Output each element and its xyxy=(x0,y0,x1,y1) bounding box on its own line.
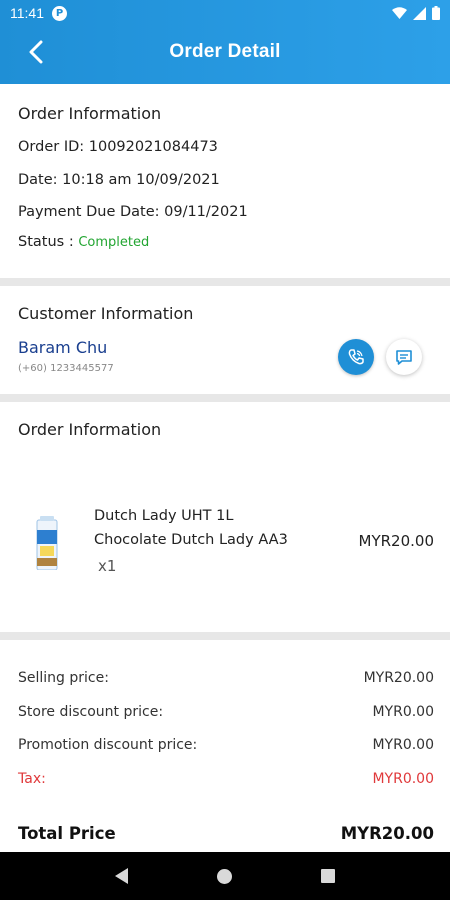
product-price: MYR20.00 xyxy=(358,532,434,550)
total-price-label: Total Price xyxy=(18,824,116,843)
app-bar: Order Detail xyxy=(0,26,450,84)
store-discount-row: Store discount price: MYR0.00 xyxy=(18,704,434,720)
payment-due-date: Payment Due Date: 09/11/2021 xyxy=(18,204,248,220)
status-badge: Completed xyxy=(78,235,150,250)
tax-value: MYR0.00 xyxy=(372,771,434,787)
product-image xyxy=(36,516,58,570)
call-button[interactable] xyxy=(338,339,374,375)
wifi-icon xyxy=(392,6,407,19)
list-item[interactable]: Dutch Lady UHT 1L Chocolate Dutch Lady A… xyxy=(0,500,450,595)
selling-price-row: Selling price: MYR20.00 xyxy=(18,670,434,686)
total-price-value: MYR20.00 xyxy=(340,824,434,843)
customer-phone: (+60) 1233445577 xyxy=(18,363,114,374)
product-name-line1: Dutch Lady UHT 1L xyxy=(94,508,234,524)
arrow-left-icon xyxy=(29,40,43,64)
chat-icon xyxy=(396,350,412,365)
nav-back-icon[interactable] xyxy=(114,868,128,884)
tax-label: Tax: xyxy=(18,771,46,787)
status-label: Status : xyxy=(18,234,79,250)
tax-row: Tax: MYR0.00 xyxy=(18,771,434,787)
signal-icon xyxy=(413,6,426,20)
store-discount-value: MYR0.00 xyxy=(372,704,434,720)
selling-price-value: MYR20.00 xyxy=(363,670,434,686)
page-title: Order Detail xyxy=(169,41,281,62)
customer-info-section: Customer Information Baram Chu (+60) 123… xyxy=(0,286,450,394)
selling-price-label: Selling price: xyxy=(18,670,109,686)
promotion-discount-row: Promotion discount price: MYR0.00 xyxy=(18,737,434,753)
order-id: Order ID: 10092021084473 xyxy=(18,139,218,155)
nav-recents-icon[interactable] xyxy=(321,869,336,883)
section-divider xyxy=(0,278,450,286)
battery-icon xyxy=(432,6,440,20)
store-discount-label: Store discount price: xyxy=(18,704,164,720)
product-name-line2: Chocolate Dutch Lady AA3 xyxy=(94,532,288,548)
order-date: Date: 10:18 am 10/09/2021 xyxy=(18,172,220,188)
order-info-section: Order Information Order ID: 100920210844… xyxy=(0,84,450,278)
chat-button[interactable] xyxy=(386,339,422,375)
status-time: 11:41 xyxy=(10,5,44,21)
status-icons xyxy=(392,6,440,20)
price-summary-section: Selling price: MYR20.00 Store discount p… xyxy=(0,640,450,852)
nav-home-icon[interactable] xyxy=(216,868,232,884)
phone-icon xyxy=(348,349,364,365)
notification-badge-icon: P xyxy=(52,5,67,21)
system-navigation-bar xyxy=(0,852,450,900)
total-price-row: Total Price MYR20.00 xyxy=(18,824,434,843)
status-bar: 11:41 P xyxy=(0,0,450,26)
customer-info-title: Customer Information xyxy=(18,304,194,323)
promotion-discount-label: Promotion discount price: xyxy=(18,737,198,753)
top-app-bar: 11:41 P Order Detail xyxy=(0,0,450,84)
product-quantity: x1 xyxy=(98,557,117,575)
customer-name: Baram Chu xyxy=(18,338,108,357)
order-status: Status : Completed xyxy=(18,234,149,250)
section-divider xyxy=(0,394,450,402)
back-button[interactable] xyxy=(20,36,52,68)
section-divider xyxy=(0,632,450,640)
order-items-title: Order Information xyxy=(18,420,162,439)
order-info-title: Order Information xyxy=(18,104,162,123)
promotion-discount-value: MYR0.00 xyxy=(372,737,434,753)
